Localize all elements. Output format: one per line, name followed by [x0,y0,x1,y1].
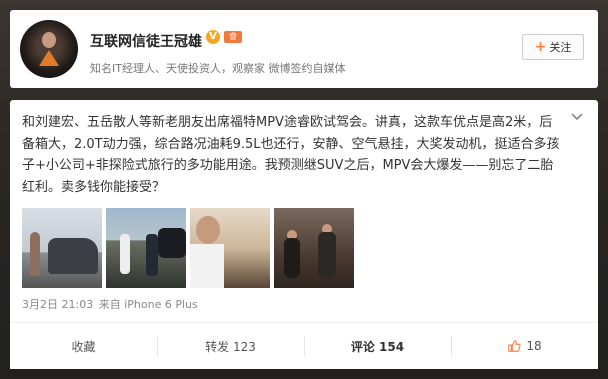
image-car [48,238,98,274]
comment-button[interactable]: 评论 154 [304,323,451,369]
comment-label: 评论 154 [350,339,405,354]
image-person [120,234,130,274]
vip-badge-icon: 會 [224,31,242,43]
user-bio: 知名IT经理人、天使投资人，观察家 微博签约自媒体 [90,62,346,75]
image-person [284,238,300,278]
post-text: 和刘建宏、五岳散人等新老朋友出席福特MPV途睿欧试驾会。讲真，这款车优点是高2米… [22,115,560,195]
chevron-down-icon[interactable] [570,110,584,124]
post-time[interactable]: 3月2日 21:03 [22,298,93,311]
post-image-1[interactable] [22,208,102,288]
image-person-head [196,216,220,244]
follow-button[interactable]: + 关注 [522,34,584,60]
post-image-3[interactable] [190,208,270,288]
image-car [158,228,186,258]
image-person [318,232,336,278]
post-card: 和刘建宏、五岳散人等新老朋友出席福特MPV途睿欧试驾会。讲真，这款车优点是高2米… [10,100,598,369]
post-image-4[interactable] [274,208,354,288]
image-person [146,234,158,276]
favorite-button[interactable]: 收藏 [10,323,157,369]
post-image-2[interactable] [106,208,186,288]
image-person [30,232,40,276]
avatar[interactable] [20,20,78,78]
repost-button[interactable]: 转发 123 [157,323,304,369]
favorite-label: 收藏 [71,339,96,354]
verified-badge-icon: V [206,30,220,44]
post-meta: 3月2日 21:03 来自 iPhone 6 Plus [22,296,198,312]
plus-icon: + [534,39,547,55]
like-button[interactable]: 18 [451,323,598,369]
follow-label: 关注 [549,41,572,54]
image-person-body [190,244,224,288]
user-badges: V 會 [206,30,242,44]
post-images [22,208,354,288]
thumbs-up-icon [508,340,521,352]
profile-card: 互联网信徒王冠雄 V 會 知名IT经理人、天使投资人，观察家 微博签约自媒体 +… [10,10,598,88]
like-count: 18 [526,339,542,353]
avatar-logo-icon [39,50,59,66]
username[interactable]: 互联网信徒王冠雄 [90,31,202,51]
post-source[interactable]: iPhone 6 Plus [124,298,198,311]
post-source-prefix: 来自 [98,298,121,311]
avatar-face [42,32,56,48]
repost-label: 转发 123 [205,339,256,354]
post-actions: 收藏 转发 123 评论 154 18 [10,322,598,369]
